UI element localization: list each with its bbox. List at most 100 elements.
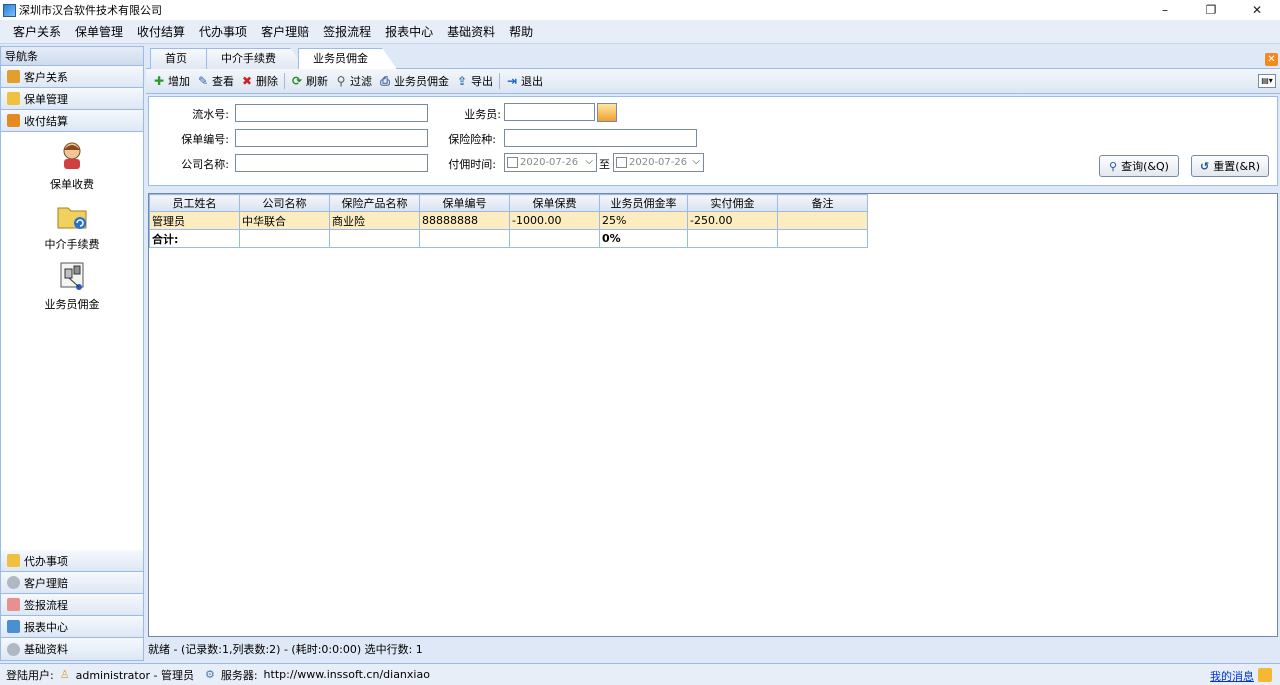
nav-group-todo[interactable]: 代办事项 bbox=[1, 550, 143, 572]
menu-policy[interactable]: 保单管理 bbox=[68, 23, 130, 40]
query-button[interactable]: ⚲ 查询(&Q) bbox=[1099, 155, 1179, 177]
data-grid: 员工姓名 公司名称 保险产品名称 保单编号 保单保费 业务员佣金率 实付佣金 备… bbox=[148, 193, 1278, 637]
filter-button[interactable]: ⚲ 过滤 bbox=[334, 73, 372, 89]
nav-group-label: 收付结算 bbox=[24, 114, 68, 128]
nav-entry-intermediary-fee[interactable]: 中介手续费 bbox=[1, 200, 143, 252]
chevron-down-icon: ⌵ bbox=[585, 156, 593, 167]
insurance-type-label: 保险险种: bbox=[448, 133, 496, 146]
reset-icon: ↺ bbox=[1199, 159, 1210, 173]
column-header[interactable]: 保险产品名称 bbox=[329, 194, 420, 212]
binoculars-icon: ⚲ bbox=[336, 74, 346, 88]
table-cell: 管理员 bbox=[149, 211, 240, 230]
nav-body: 保单收费 中介手续费 业务员佣金 bbox=[1, 132, 143, 566]
column-header[interactable]: 备注 bbox=[777, 194, 868, 212]
nav-group-approval[interactable]: 签报流程 bbox=[1, 594, 143, 616]
status-bar: 就绪 - (记录数:1,列表数:2) - (耗时:0:0:00) 选中行数: 1 bbox=[146, 640, 1280, 660]
policy-number-input[interactable] bbox=[235, 129, 428, 147]
menu-approval[interactable]: 签报流程 bbox=[316, 23, 378, 40]
table-cell: 商业险 bbox=[329, 211, 420, 230]
maximize-button[interactable]: ❐ bbox=[1188, 0, 1234, 20]
menu-customer[interactable]: 客户关系 bbox=[6, 23, 68, 40]
commission-table: 员工姓名 公司名称 保险产品名称 保单编号 保单保费 业务员佣金率 实付佣金 备… bbox=[149, 194, 868, 248]
company-name-label: 公司名称: bbox=[181, 158, 229, 171]
print-icon: ⎙ bbox=[380, 74, 390, 88]
user-label: 登陆用户: bbox=[6, 668, 54, 682]
reset-button[interactable]: ↺ 重置(&R) bbox=[1191, 155, 1269, 177]
refresh-icon: ⟳ bbox=[291, 74, 303, 88]
column-header[interactable]: 公司名称 bbox=[239, 194, 330, 212]
table-header-row: 员工姓名 公司名称 保险产品名称 保单编号 保单保费 业务员佣金率 实付佣金 备… bbox=[149, 194, 868, 212]
insurance-type-input[interactable] bbox=[504, 129, 697, 147]
table-cell: 25% bbox=[599, 211, 688, 230]
exit-button[interactable]: ⇥ 退出 bbox=[505, 73, 543, 89]
table-cell bbox=[777, 229, 868, 248]
menu-bar: 客户关系 保单管理 收付结算 代办事项 客户理赔 签报流程 报表中心 基础资料 … bbox=[0, 20, 1280, 44]
export-button[interactable]: ⇪ 导出 bbox=[455, 73, 493, 89]
delete-button[interactable]: ✖ 删除 bbox=[240, 73, 278, 89]
date-to-separator: 至 bbox=[599, 158, 610, 171]
table-row[interactable]: 管理员 中华联合 商业险 88888888 -1000.00 25% -250.… bbox=[149, 211, 868, 230]
column-header[interactable]: 员工姓名 bbox=[149, 194, 240, 212]
table-cell: -250.00 bbox=[687, 211, 778, 230]
date-from-picker[interactable]: 2020-07-26 ⌵ bbox=[504, 153, 597, 172]
chart-icon bbox=[7, 620, 20, 633]
table-cell: 中华联合 bbox=[239, 211, 330, 230]
total-row: 合计: 0% bbox=[149, 229, 868, 248]
user-icon: ♙ bbox=[59, 668, 70, 681]
footer-bar: 登陆用户: ♙ administrator - 管理员 ⚙ 服务器: http:… bbox=[0, 663, 1280, 685]
menu-basics[interactable]: 基础资料 bbox=[440, 23, 502, 40]
add-button[interactable]: ✚ 增加 bbox=[152, 73, 190, 89]
nav-group-settlement[interactable]: 收付结算 bbox=[1, 110, 143, 132]
refresh-button[interactable]: ⟳ 刷新 bbox=[290, 73, 328, 89]
title-bar: 深圳市汉合软件技术有限公司 – ❐ ✕ bbox=[0, 0, 1280, 20]
close-tab-icon[interactable]: ✕ bbox=[1265, 53, 1278, 66]
agent-label: 业务员: bbox=[464, 108, 501, 121]
nav-group-label: 报表中心 bbox=[24, 620, 68, 634]
agent-commission-button[interactable]: ⎙ 业务员佣金 bbox=[378, 73, 449, 89]
serial-label: 流水号: bbox=[192, 108, 229, 121]
menu-claims[interactable]: 客户理赔 bbox=[254, 23, 316, 40]
minimize-button[interactable]: – bbox=[1142, 0, 1188, 20]
nav-entry-label: 中介手续费 bbox=[44, 238, 100, 251]
column-header[interactable]: 业务员佣金率 bbox=[599, 194, 688, 212]
menu-settlement[interactable]: 收付结算 bbox=[130, 23, 192, 40]
date-from-checkbox[interactable] bbox=[507, 157, 518, 168]
column-header[interactable]: 保单编号 bbox=[419, 194, 510, 212]
menu-help[interactable]: 帮助 bbox=[502, 23, 540, 40]
agent-lookup-button[interactable] bbox=[597, 103, 617, 122]
agent-input[interactable] bbox=[504, 103, 595, 121]
nav-entry-label: 业务员佣金 bbox=[44, 298, 100, 311]
nav-group-label: 基础资料 bbox=[24, 643, 68, 656]
date-to-checkbox[interactable] bbox=[616, 157, 627, 168]
folder-icon bbox=[7, 92, 20, 105]
message-icon[interactable] bbox=[1258, 668, 1272, 682]
serial-input[interactable] bbox=[235, 104, 428, 122]
company-name-input[interactable] bbox=[235, 154, 428, 172]
current-user: administrator - 管理员 bbox=[75, 668, 194, 682]
date-to-picker[interactable]: 2020-07-26 ⌵ bbox=[613, 153, 704, 172]
nav-group-claims[interactable]: 客户理赔 bbox=[1, 572, 143, 594]
nav-entry-agent-commission[interactable]: 业务员佣金 bbox=[1, 260, 143, 312]
server-icon: ⚙ bbox=[204, 668, 215, 681]
nav-group-reports[interactable]: 报表中心 bbox=[1, 616, 143, 638]
column-header[interactable]: 保单保费 bbox=[509, 194, 600, 212]
toolbar: ✚ 增加 ✎ 查看 ✖ 删除 ⟳ 刷新 ⚲ 过滤 ⎙ 业务员佣金 ⇪ 导出 ⇥ 退出 ▤▾ bbox=[146, 69, 1280, 94]
nav-entry-policy-fee[interactable]: 保单收费 bbox=[1, 140, 143, 192]
pencil-icon: ✎ bbox=[197, 74, 209, 88]
table-cell bbox=[329, 229, 420, 248]
gear-icon bbox=[7, 576, 20, 589]
nav-header: 导航条 bbox=[1, 47, 143, 66]
column-chooser-icon[interactable]: ▤▾ bbox=[1258, 74, 1276, 88]
folder-icon bbox=[7, 554, 20, 567]
close-button[interactable]: ✕ bbox=[1234, 0, 1280, 20]
tab-agent-commission[interactable]: 业务员佣金 bbox=[298, 48, 397, 69]
nav-group-customer[interactable]: 客户关系 bbox=[1, 66, 143, 88]
menu-reports[interactable]: 报表中心 bbox=[378, 23, 440, 40]
menu-todo[interactable]: 代办事项 bbox=[192, 23, 254, 40]
view-button[interactable]: ✎ 查看 bbox=[196, 73, 234, 89]
tab-intermediary-fee[interactable]: 中介手续费 bbox=[206, 48, 305, 69]
column-header[interactable]: 实付佣金 bbox=[687, 194, 778, 212]
my-messages-link[interactable]: 我的消息 bbox=[1210, 668, 1254, 684]
nav-group-basics[interactable]: 基础资料 bbox=[1, 638, 143, 660]
nav-group-policy[interactable]: 保单管理 bbox=[1, 88, 143, 110]
